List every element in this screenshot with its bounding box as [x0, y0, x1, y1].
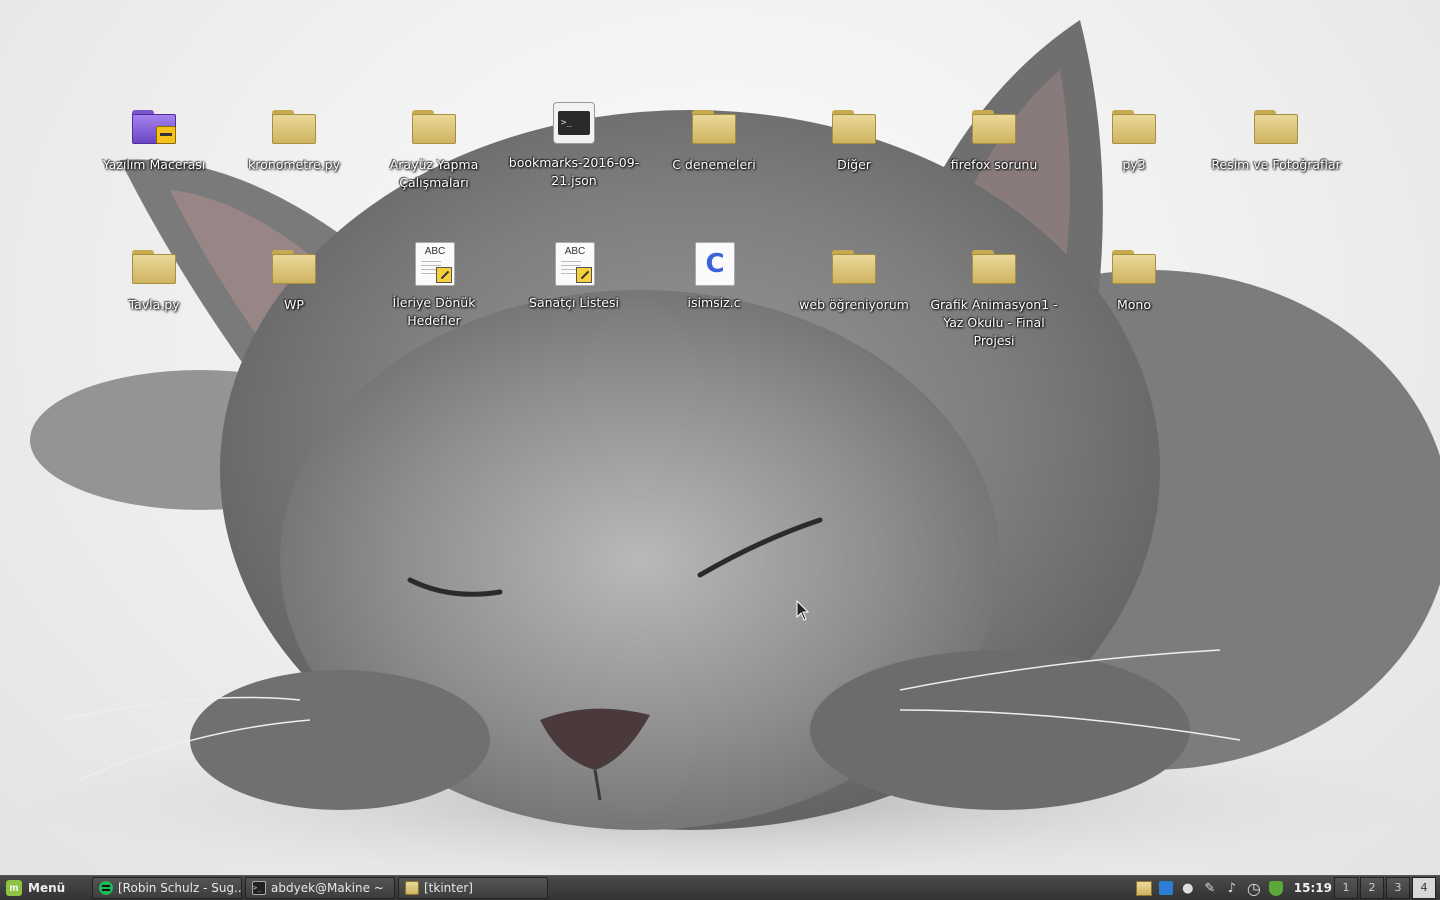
- desktop-icon-label: WP: [284, 297, 304, 312]
- taskbar-window-spotify[interactable]: [Robin Schulz - Sug...: [92, 877, 242, 899]
- taskbar-window-tkinter[interactable]: [tkinter]: [398, 877, 548, 899]
- desktop-icon-yazilim-macerasi[interactable]: Yazılım Macerası: [84, 104, 224, 174]
- text-document-icon: ABC: [410, 242, 458, 290]
- taskbar-window-terminal[interactable]: >_ abdyek@Makine ~: [245, 877, 395, 899]
- desktop-icon-mono[interactable]: Mono: [1064, 244, 1204, 314]
- desktop[interactable]: Yazılım Macerası kronometre.py Arayüz Ya…: [0, 0, 1440, 875]
- text-document-icon: ABC: [550, 242, 598, 290]
- network-icon[interactable]: [1158, 880, 1174, 896]
- desktop-icon-label: C denemeleri: [672, 157, 756, 172]
- spotify-icon: [99, 881, 113, 895]
- mouse-pointer-icon: [796, 600, 810, 621]
- desktop-icon-wp[interactable]: WP: [224, 244, 364, 314]
- music-note-icon[interactable]: ♪: [1224, 880, 1240, 896]
- desktop-icon-diger[interactable]: Diğer: [784, 104, 924, 174]
- desktop-icon-label: Arayüz Yapma Çalışmaları: [389, 157, 479, 190]
- folder-icon: [970, 104, 1018, 152]
- desktop-icon-arayuz-yapma[interactable]: Arayüz Yapma Çalışmaları: [364, 104, 504, 192]
- update-shield-icon[interactable]: [1268, 880, 1284, 896]
- alarm-clock-icon[interactable]: ◷: [1246, 879, 1262, 898]
- desktop-icon-label: Diğer: [837, 157, 871, 172]
- desktop-icon-label: Mono: [1116, 297, 1151, 312]
- c-source-file-icon: C: [690, 242, 738, 290]
- desktop-icon-label: web öğreniyorum: [799, 297, 909, 312]
- desktop-icon-grafik-animasyon[interactable]: Grafik Animasyon1 - Yaz Okulu - Final Pr…: [924, 244, 1064, 350]
- user-icon[interactable]: ●: [1180, 880, 1196, 896]
- workspace-4-button[interactable]: 4: [1412, 877, 1436, 899]
- folder-icon: [270, 104, 318, 152]
- folder-icon: [830, 104, 878, 152]
- desktop-icon-label: Sanatçı Listesi: [529, 295, 619, 310]
- linux-mint-logo-icon: m: [6, 880, 22, 896]
- folder-icon: [130, 244, 178, 292]
- workspace-1-button[interactable]: 1: [1334, 877, 1358, 899]
- desktop-icon-firefox-sorunu[interactable]: firefox sorunu: [924, 104, 1064, 174]
- desktop-icon-web-ogreniyorum[interactable]: web öğreniyorum: [784, 244, 924, 314]
- desktop-icon-label: kronometre.py: [248, 157, 340, 172]
- desktop-icon-bookmarks-json[interactable]: >_ bookmarks-2016-09-21.json: [504, 102, 644, 190]
- workspace-3-button[interactable]: 3: [1386, 877, 1410, 899]
- folder-construction-icon: [130, 104, 178, 152]
- desktop-icon-c-denemeleri[interactable]: C denemeleri: [644, 104, 784, 174]
- folder-icon: [970, 244, 1018, 292]
- desktop-icon-isimsiz-c[interactable]: C isimsiz.c: [644, 242, 784, 312]
- desktop-icon-ileriye-donuk[interactable]: ABC İleriye Dönük Hedefler: [364, 242, 504, 330]
- desktop-icon-kronometre[interactable]: kronometre.py: [224, 104, 364, 174]
- folder-icon: [690, 104, 738, 152]
- folder-icon: [1110, 104, 1158, 152]
- folder-icon: [410, 104, 458, 152]
- folder-icon: [1252, 104, 1300, 152]
- task-label: [Robin Schulz - Sug...: [118, 881, 242, 895]
- desktop-icon-label: Yazılım Macerası: [102, 157, 206, 172]
- taskbar: m Menü [Robin Schulz - Sug... >_ abdyek@…: [0, 875, 1440, 900]
- desktop-icon-label: firefox sorunu: [950, 157, 1038, 172]
- task-label: [tkinter]: [424, 881, 473, 895]
- workspace-switcher: 1 2 3 4: [1334, 877, 1436, 899]
- desktop-icon-label: isimsiz.c: [687, 295, 741, 310]
- start-menu-button[interactable]: m Menü: [0, 876, 88, 900]
- desktop-icon-label: İleriye Dönük Hedefler: [392, 295, 476, 328]
- desktop-icon-tavla[interactable]: Tavla.py: [84, 244, 224, 314]
- desktop-icon-py3[interactable]: py3: [1064, 104, 1204, 174]
- task-label: abdyek@Makine ~: [271, 881, 384, 895]
- home-folder-icon[interactable]: [1135, 880, 1152, 896]
- folder-icon: [1110, 244, 1158, 292]
- folder-icon: [270, 244, 318, 292]
- desktop-icon-label: py3: [1122, 157, 1146, 172]
- workspace-2-button[interactable]: 2: [1360, 877, 1384, 899]
- clock[interactable]: 15:19: [1294, 881, 1332, 895]
- desktop-icon-sanatci-listesi[interactable]: ABC Sanatçı Listesi: [504, 242, 644, 312]
- desktop-icon-label: Grafik Animasyon1 - Yaz Okulu - Final Pr…: [930, 297, 1058, 348]
- system-tray: ● ✎ ♪ ◷ 15:19: [1135, 876, 1332, 900]
- desktop-icon-label: bookmarks-2016-09-21.json: [508, 155, 640, 188]
- desktop-icon-label: Tavla.py: [128, 297, 180, 312]
- terminal-icon: >_: [252, 881, 266, 895]
- desktop-icon-resim-fotograflar[interactable]: Resim ve Fotoğraflar: [1204, 104, 1348, 174]
- terminal-icon: >_: [550, 102, 598, 150]
- menu-label: Menü: [28, 881, 66, 895]
- folder-icon: [830, 244, 878, 292]
- desktop-icon-label: Resim ve Fotoğraflar: [1211, 157, 1341, 172]
- folder-icon: [405, 881, 419, 895]
- pen-icon[interactable]: ✎: [1202, 880, 1218, 896]
